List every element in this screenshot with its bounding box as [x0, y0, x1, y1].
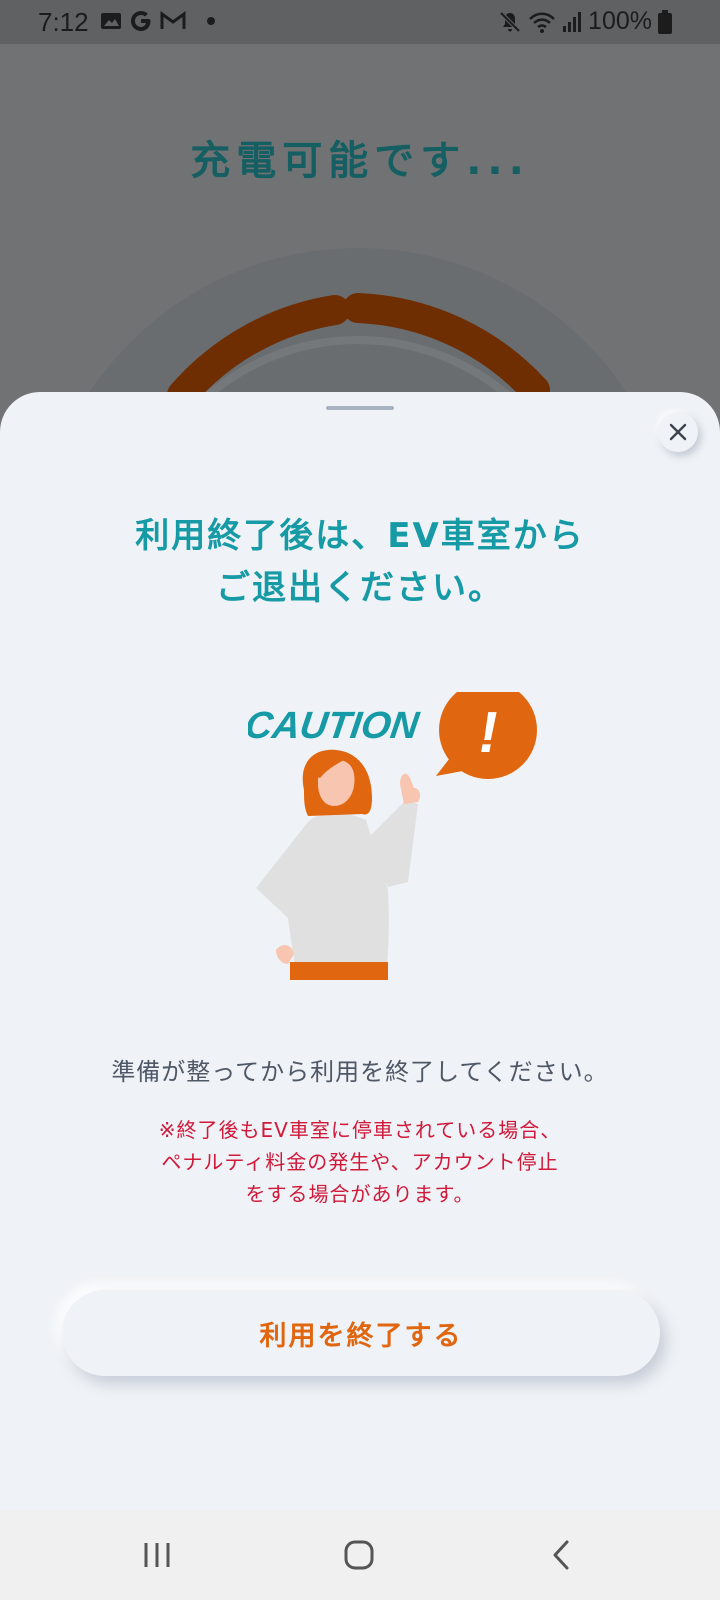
warning-line: をする場合があります。 [245, 1182, 475, 1206]
home-icon [344, 1540, 374, 1570]
close-icon [669, 423, 687, 441]
back-button[interactable] [536, 1530, 586, 1580]
woman-figure [256, 749, 421, 980]
sheet-drag-handle[interactable] [326, 406, 394, 410]
signal-icon [563, 11, 582, 32]
sheet-title-line2: ご退出ください。 [216, 568, 504, 608]
bottom-sheet: 利用終了後は、EV車室から ご退出ください。 CAUTION ! 準備が整ってか… [0, 392, 720, 1510]
screen: 7:12 100% 充電可能です... 利用終了後は、EV車室から ご退出くださ… [0, 0, 720, 1600]
warning-message: ※終了後もEV車室に停車されている場合、 ペナルティ料金の発生や、アカウント停止… [0, 1114, 720, 1210]
caution-illustration: CAUTION ! [248, 692, 537, 980]
status-system-icons: 100% [498, 7, 672, 36]
image-icon [101, 13, 121, 29]
mute-icon [499, 11, 521, 32]
home-button[interactable] [334, 1530, 384, 1580]
gmail-icon [160, 11, 186, 29]
alert-bubble-icon: ! [436, 692, 537, 779]
warning-line: ペナルティ料金の発生や、アカウント停止 [161, 1150, 559, 1174]
sheet-title-line1: 利用終了後は、EV車室から [135, 516, 585, 556]
close-button[interactable] [658, 412, 698, 452]
sheet-title: 利用終了後は、EV車室から ご退出ください。 [0, 510, 720, 614]
body-message: 準備が整ってから利用を終了してください。 [111, 1058, 609, 1086]
back-icon [553, 1540, 569, 1570]
warning-line: ※終了後もEV車室に停車されている場合、 [158, 1118, 562, 1142]
battery-icon [658, 9, 672, 34]
status-notification-icons [100, 9, 218, 33]
recents-icon [144, 1543, 170, 1567]
navigation-bar [0, 1510, 720, 1600]
caution-label: CAUTION [248, 704, 423, 747]
end-usage-button[interactable]: 利用を終了する [62, 1290, 660, 1376]
status-time: 7:12 [38, 7, 89, 37]
battery-percent: 100% [588, 7, 652, 35]
status-bar: 7:12 100% [0, 0, 720, 44]
charge-gauge [84, 248, 632, 400]
background-title: 充電可能です... [190, 138, 530, 184]
dot-icon [207, 17, 215, 25]
recents-button[interactable] [132, 1530, 182, 1580]
wifi-icon [529, 12, 555, 33]
google-icon [131, 11, 151, 31]
